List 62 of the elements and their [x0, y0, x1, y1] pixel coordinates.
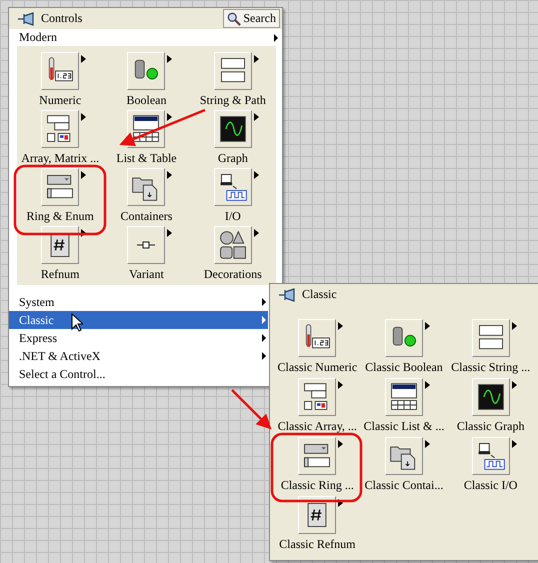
submenu-arrow-icon [338, 322, 344, 330]
menu-item[interactable]: System [9, 293, 268, 311]
palette-item-label[interactable]: Classic Boolean [365, 360, 443, 374]
submenu-arrow-icon [274, 34, 278, 42]
search-button[interactable]: Search [223, 9, 280, 28]
category-item[interactable]: Modern [9, 29, 282, 46]
menu-item[interactable]: Select a Control... [9, 365, 268, 383]
palette-item-label[interactable]: Classic Refnum [279, 537, 356, 551]
submenu-arrow-icon [81, 229, 86, 237]
palette-item-label[interactable]: Decorations [204, 267, 262, 281]
submenu-arrow-icon [167, 171, 172, 179]
palette-item-label[interactable]: Classic I/O [464, 478, 518, 492]
submenu-arrow-icon [338, 381, 344, 389]
palette-item-label[interactable]: Refnum [40, 267, 80, 281]
palette-item-label[interactable]: Classic List & ... [364, 419, 444, 433]
menu-item[interactable]: .NET & ActiveX [9, 347, 268, 365]
submenu-arrow-icon [81, 55, 86, 63]
palette-item-label[interactable]: Classic Contai... [364, 478, 444, 492]
submenu-arrow-icon [254, 171, 259, 179]
submenu-arrow-icon [338, 499, 344, 507]
submenu-arrow-icon [167, 113, 172, 121]
submenu-arrow-icon [424, 381, 430, 389]
menu-item[interactable]: Express [9, 329, 268, 347]
palette-item-label[interactable]: Array, Matrix ... [21, 151, 100, 165]
palette-item-label[interactable]: Ring & Enum [26, 209, 94, 223]
submenu-arrow-icon [424, 440, 430, 448]
submenu-arrow-icon [512, 322, 517, 330]
palette-item-label[interactable]: Classic Ring ... [280, 478, 354, 492]
submenu-arrow-icon [167, 229, 172, 237]
annotation-arrow [231, 389, 272, 430]
submenu-arrow-icon [262, 352, 266, 360]
submenu-arrow-icon [81, 171, 86, 179]
menu-item[interactable]: Classic [9, 311, 268, 329]
cursor-icon [71, 313, 83, 332]
submenu-arrow-icon [254, 229, 259, 237]
palette-item-label[interactable]: Classic String ... [451, 360, 530, 374]
palette-item-label[interactable]: Classic Graph [456, 419, 524, 433]
submenu-arrow-icon [262, 298, 266, 306]
palette-item-label[interactable]: String & Path [200, 93, 266, 107]
palette-item-label[interactable]: Numeric [39, 93, 82, 107]
submenu-arrow-icon [262, 334, 266, 342]
submenu-arrow-icon [512, 381, 517, 389]
palette-item-label[interactable]: Graph [218, 151, 248, 165]
variant-icon [137, 241, 156, 249]
palette-item-label[interactable]: List & Table [116, 151, 177, 165]
palette-item-label[interactable]: Classic Numeric [278, 360, 358, 374]
palette-item-label[interactable]: Variant [129, 267, 164, 281]
palette-title: Controls [41, 11, 84, 26]
search-icon [227, 12, 242, 26]
submenu-arrow-icon [81, 113, 86, 121]
submenu-arrow-icon [167, 55, 172, 63]
palette-item-label[interactable]: Classic Array, ... [278, 419, 357, 433]
submenu-arrow-icon [338, 440, 344, 448]
palette-item-label[interactable]: I/O [224, 209, 241, 223]
palette-item-label[interactable]: Containers [120, 209, 172, 223]
submenu-arrow-icon [424, 322, 430, 330]
submenu-arrow-icon [262, 316, 266, 324]
submenu-arrow-icon [254, 55, 259, 63]
submenu-arrow-icon [254, 113, 259, 121]
palette-title: Classic [302, 287, 338, 302]
submenu-arrow-icon [512, 440, 517, 448]
palette-item-label[interactable]: Boolean [126, 93, 166, 107]
